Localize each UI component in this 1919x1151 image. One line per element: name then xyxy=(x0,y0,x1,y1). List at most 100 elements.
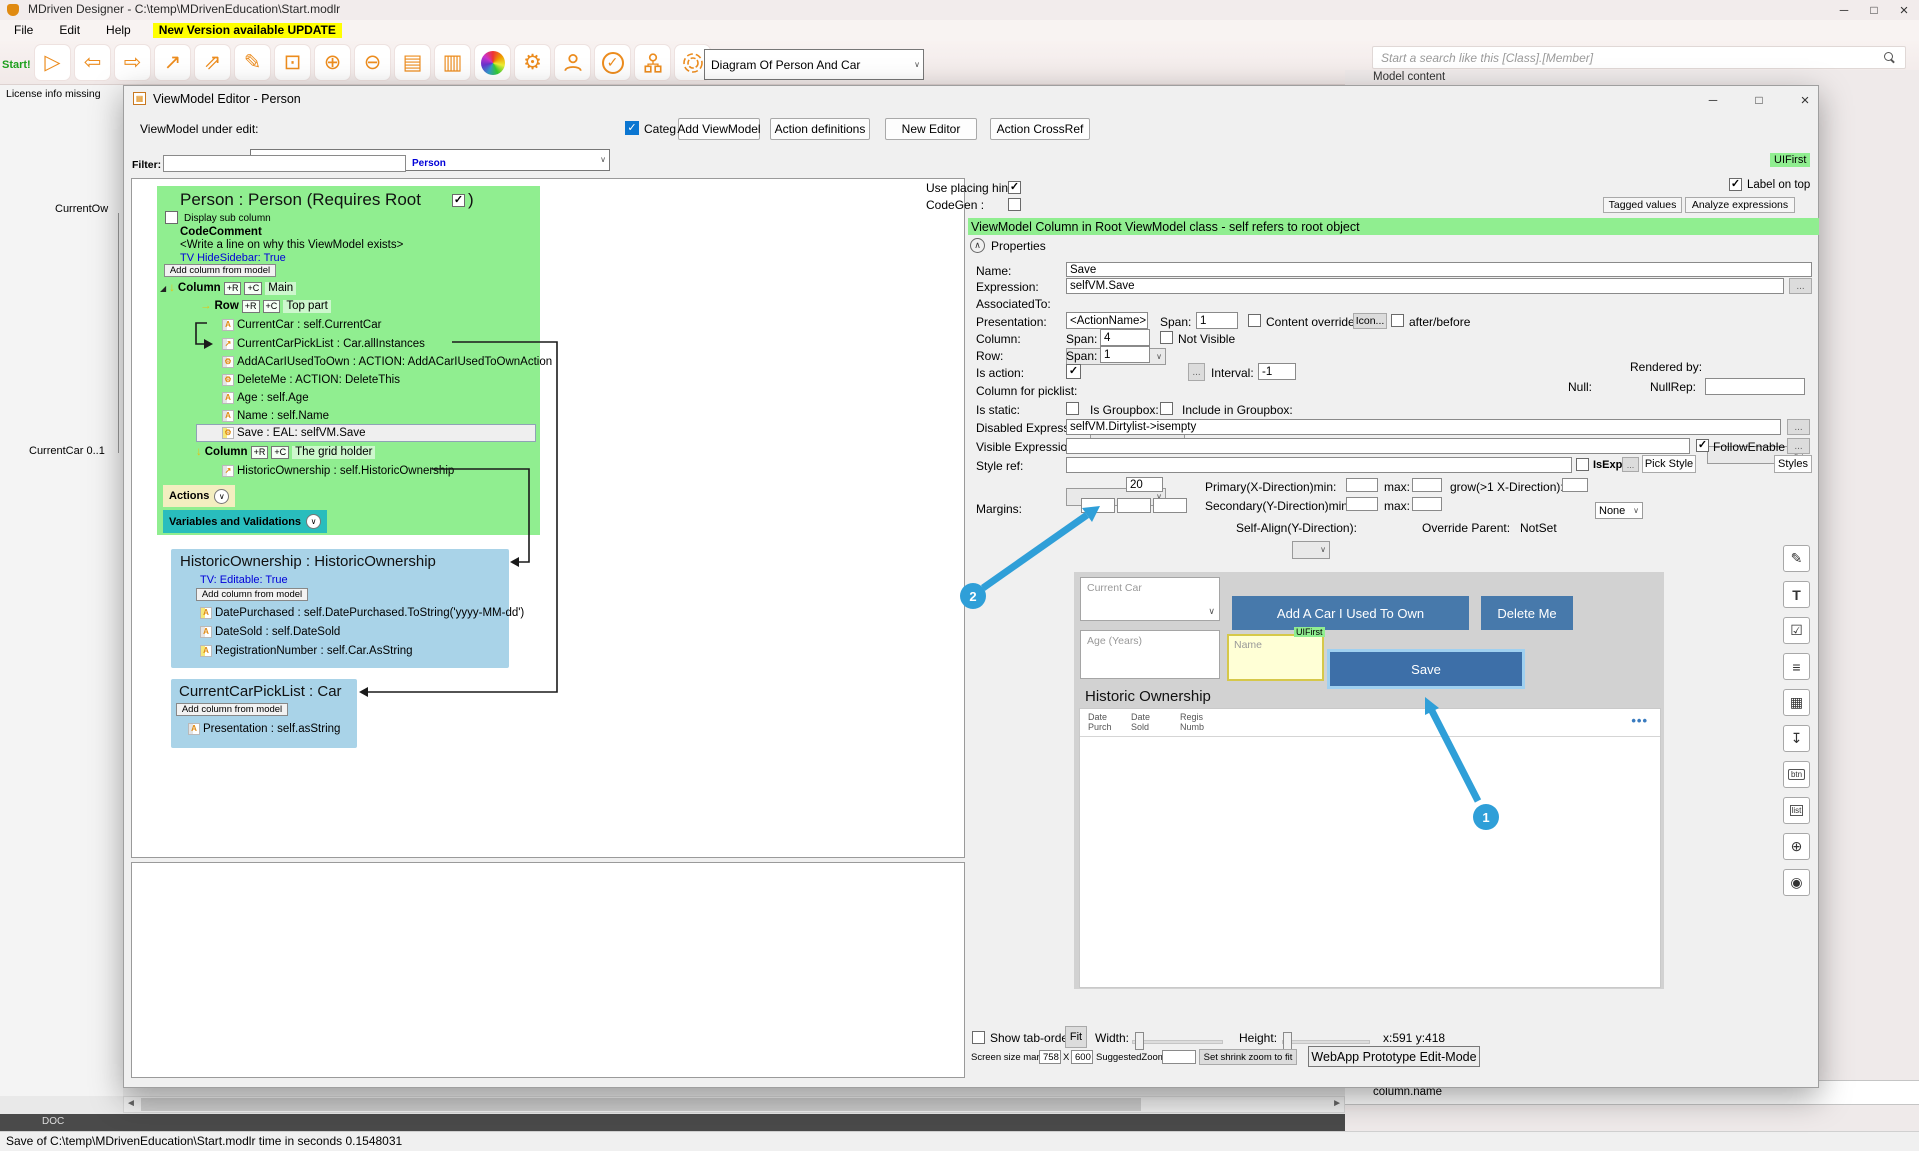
pick-style-button[interactable]: Pick Style xyxy=(1642,455,1696,473)
tree-row-column-gridholder[interactable]: ↓ Column +R +C The grid holder xyxy=(196,444,375,460)
name-input[interactable]: Save xyxy=(1066,262,1812,277)
followenable-checkbox[interactable] xyxy=(1696,439,1709,452)
start-label[interactable]: Start! xyxy=(2,59,31,71)
disabled-ellipsis-button[interactable]: ... xyxy=(1787,419,1810,435)
set-shrink-zoom-button[interactable]: Set shrink zoom to fit xyxy=(1199,1049,1297,1065)
minimize-button[interactable]: ─ xyxy=(1829,0,1859,20)
add-column-from-model-button[interactable]: Add column from model xyxy=(176,703,288,716)
actions-expander[interactable]: Actions ∨ xyxy=(163,485,235,507)
update-banner[interactable]: New Version available UPDATE xyxy=(153,23,342,39)
fit-button[interactable]: Fit xyxy=(1065,1026,1087,1048)
interval-input[interactable]: -1 xyxy=(1258,363,1296,380)
secondary-min-input[interactable] xyxy=(1346,497,1378,511)
presentation-span-input[interactable]: 1 xyxy=(1196,312,1238,329)
properties-collapse-icon[interactable]: ∧ xyxy=(970,238,985,253)
tree-row-name[interactable]: AName : self.Name xyxy=(222,408,329,424)
edit-icon[interactable]: ✎ xyxy=(1783,545,1810,572)
association-icon[interactable]: ↗ xyxy=(154,44,191,81)
suggested-zoom-input[interactable] xyxy=(1162,1050,1196,1064)
gears-icon[interactable]: ⚙ xyxy=(514,44,551,81)
styles-button[interactable]: Styles xyxy=(1774,455,1812,473)
icon-button[interactable]: Icon... xyxy=(1353,313,1387,329)
snapshot-icon[interactable]: ◉ xyxy=(1783,869,1810,896)
draw-icon[interactable]: ✎ xyxy=(234,44,271,81)
is-action-checkbox[interactable] xyxy=(1066,364,1081,379)
preview-save-button[interactable]: Save xyxy=(1330,652,1522,686)
add-column-from-model-button[interactable]: Add column from model xyxy=(196,588,308,601)
grid-col-header[interactable]: DateSold xyxy=(1131,712,1150,733)
search-box[interactable]: Start a search like this [Class].[Member… xyxy=(1372,46,1906,69)
expression-ellipsis-button[interactable]: ... xyxy=(1789,278,1812,294)
button-icon[interactable]: btn xyxy=(1783,761,1810,788)
is-action-ellipsis-button[interactable]: ... xyxy=(1188,363,1205,381)
label-on-top-checkbox[interactable] xyxy=(1729,178,1742,191)
use-placing-hints-checkbox[interactable] xyxy=(1008,181,1021,194)
new-editor-button[interactable]: New Editor xyxy=(885,118,977,140)
disabled-expression-input[interactable]: selfVM.Dirtylist->isempty xyxy=(1066,419,1781,435)
doc-bar[interactable]: DOC xyxy=(0,1114,1345,1131)
historic-box-tv[interactable]: TV: Editable: True xyxy=(200,574,288,586)
width-slider[interactable] xyxy=(1132,1040,1223,1044)
tv-hidesidebar[interactable]: TV HideSidebar: True xyxy=(180,252,286,264)
add-col-chip[interactable]: +C xyxy=(263,300,281,313)
visible-expression-input[interactable] xyxy=(1066,438,1690,454)
diagram-selector[interactable]: Diagram Of Person And Car xyxy=(704,49,924,80)
filter-class-link[interactable]: Person xyxy=(412,158,446,169)
dialog-minimize-button[interactable]: ─ xyxy=(1698,90,1728,110)
forward-icon[interactable]: ⇨ xyxy=(114,44,151,81)
variables-expander[interactable]: Variables and Validations ∨ xyxy=(163,510,327,533)
column-span-input[interactable]: 4 xyxy=(1100,329,1150,346)
tree-row-column-main[interactable]: ◢ ↓ Column +R +C Main xyxy=(160,280,296,296)
margin-right-input[interactable] xyxy=(1153,498,1187,513)
text-icon[interactable]: T xyxy=(1783,581,1810,608)
tree-row-deleteme[interactable]: ⚙DeleteMe : ACTION: DeleteThis xyxy=(222,372,400,388)
window-pointer-icon[interactable]: ⊡ xyxy=(274,44,311,81)
tree-row-currentcar[interactable]: ACurrentCar : self.CurrentCar xyxy=(222,317,381,333)
margin-top-input[interactable]: 20 xyxy=(1126,477,1163,492)
webapp-prototype-button[interactable]: WebApp Prototype Edit-Mode xyxy=(1308,1046,1480,1067)
add-column-from-model-button[interactable]: Add column from model xyxy=(164,264,276,277)
preview-name-field[interactable]: Name xyxy=(1227,634,1324,681)
menu-edit[interactable]: Edit xyxy=(59,24,80,38)
horizontal-scrollbar[interactable]: ◄ ► xyxy=(123,1096,1345,1113)
grid-menu-button[interactable]: ••• xyxy=(1631,713,1648,728)
chevron-down-icon[interactable]: ∨ xyxy=(214,489,229,504)
association-alt-icon[interactable]: ⇗ xyxy=(194,44,231,81)
null-dropdown[interactable]: None xyxy=(1595,502,1643,519)
after-before-checkbox[interactable] xyxy=(1391,314,1404,327)
zoom-in-icon[interactable]: ⊕ xyxy=(314,44,351,81)
calendar-icon[interactable]: ▦ xyxy=(1783,689,1810,716)
add-row-chip[interactable]: +R xyxy=(242,300,260,313)
display-sub-column-checkbox[interactable] xyxy=(165,211,178,224)
import-icon[interactable]: ↧ xyxy=(1783,725,1810,752)
width-slider-thumb[interactable] xyxy=(1135,1032,1144,1050)
add-col-chip[interactable]: +C xyxy=(271,446,289,459)
dialog-maximize-button[interactable]: □ xyxy=(1744,90,1774,110)
checkbox-icon[interactable]: ☑ xyxy=(1783,617,1810,644)
chevron-down-icon[interactable]: ∨ xyxy=(306,514,321,529)
include-groupbox-dropdown[interactable] xyxy=(1292,541,1330,559)
preview-addcar-button[interactable]: Add A Car I Used To Own xyxy=(1232,596,1469,630)
window-grid-icon[interactable]: ▤ xyxy=(394,44,431,81)
action-definitions-button[interactable]: Action definitions xyxy=(770,118,870,140)
maximize-button[interactable]: □ xyxy=(1859,0,1889,20)
add-row-chip[interactable]: +R xyxy=(224,282,242,295)
content-override-checkbox[interactable] xyxy=(1248,314,1261,327)
preview-age-field[interactable]: Age (Years) xyxy=(1080,630,1220,679)
menu-file[interactable]: File xyxy=(14,24,33,38)
analyze-expressions-button[interactable]: Analyze expressions xyxy=(1685,197,1795,213)
primary-min-input[interactable] xyxy=(1346,478,1378,492)
tree-row-datepurchased[interactable]: ADatePurchased : self.DatePurchased.ToSt… xyxy=(200,605,524,621)
doc-tab-label[interactable]: DOC xyxy=(42,1116,64,1127)
codegen-checkbox[interactable] xyxy=(1008,198,1021,211)
color-wheel-icon[interactable] xyxy=(474,44,511,81)
tree-row-currentcarpicklist[interactable]: ↗CurrentCarPickList : Car.allInstances xyxy=(222,336,425,352)
margin-bottom-input[interactable] xyxy=(1117,498,1151,513)
window-export-icon[interactable]: ▥ xyxy=(434,44,471,81)
screen-width-input[interactable]: 758 xyxy=(1039,1050,1061,1064)
tree-row-historicownership[interactable]: ↗HistoricOwnership : self.HistoricOwners… xyxy=(222,463,454,479)
dialog-close-button[interactable]: × xyxy=(1790,90,1820,110)
action-crossref-button[interactable]: Action CrossRef xyxy=(990,118,1090,140)
grid-col-header[interactable]: RegisNumb xyxy=(1180,712,1204,733)
screen-height-input[interactable]: 600 xyxy=(1071,1050,1093,1064)
